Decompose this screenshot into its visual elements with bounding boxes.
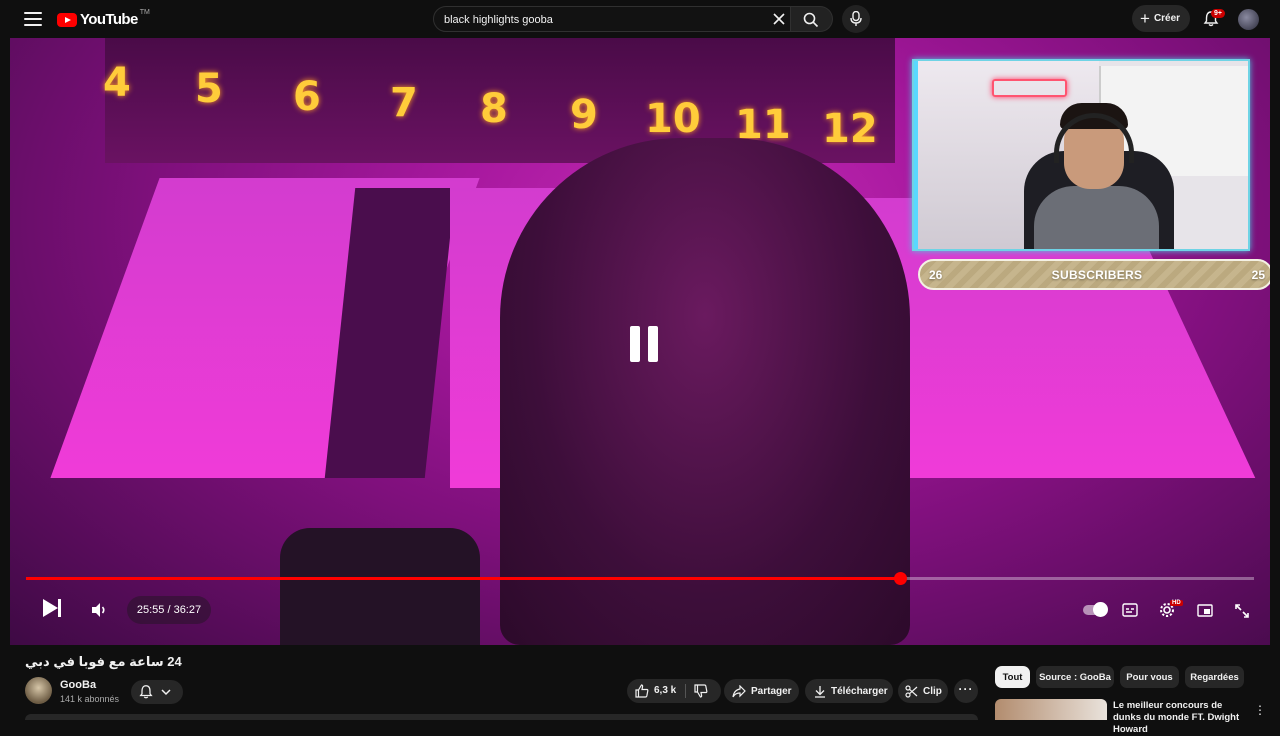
person-silhouette (500, 138, 910, 645)
pause-icon (619, 320, 669, 370)
search-icon (803, 12, 819, 28)
create-button[interactable]: + Créer (1132, 5, 1190, 32)
recommended-title[interactable]: Le meilleur concours de dunks du monde F… (1113, 700, 1248, 736)
lane-number: 6 (293, 74, 321, 120)
chip-all[interactable]: Tout (995, 666, 1030, 688)
thumbs-up-icon[interactable] (635, 684, 649, 698)
recommended-more-icon[interactable]: ⋮ (1254, 703, 1266, 717)
lane-number: 5 (195, 66, 223, 112)
chip-watched[interactable]: Regardées (1185, 666, 1244, 688)
description-box[interactable] (25, 714, 978, 720)
seat-silhouette (280, 528, 480, 645)
progress-bar[interactable] (26, 572, 1254, 585)
thumbs-down-icon[interactable] (694, 684, 708, 698)
download-button[interactable]: Télécharger (805, 679, 893, 703)
clip-label: Clip (923, 685, 942, 697)
avatar[interactable] (1238, 9, 1259, 30)
youtube-logo[interactable]: YouTube TM (57, 9, 150, 28)
mic-icon (850, 11, 862, 26)
autoplay-icon[interactable] (1083, 602, 1108, 617)
subscriber-label: SUBSCRIBERS (1051, 267, 1143, 282)
play-icon (43, 599, 58, 617)
channel-name[interactable]: GooBa (60, 679, 96, 691)
voice-search-button[interactable] (842, 5, 870, 33)
search-input[interactable] (444, 11, 764, 28)
masthead: YouTube TM + Créer 9+ (0, 0, 1280, 38)
neon-sign (992, 79, 1067, 97)
scissors-icon (905, 684, 918, 698)
lane-number: 8 (480, 86, 508, 132)
logo-tm: TM (139, 9, 150, 16)
download-icon (815, 685, 825, 698)
recommended-thumbnail[interactable] (995, 699, 1107, 720)
share-button[interactable]: Partager (724, 679, 799, 703)
progress-fill (26, 577, 901, 580)
lane-number: 9 (570, 92, 598, 138)
clip-button[interactable]: Clip (898, 679, 948, 703)
hd-badge: HD (1170, 600, 1183, 606)
video-title: 24 ساعة مع فوبا في دبي (25, 654, 182, 669)
search-button[interactable] (791, 6, 833, 32)
bell-outline-icon (139, 685, 153, 699)
time-display: 25:55 / 36:27 (127, 596, 211, 624)
logo-text: YouTube (80, 11, 138, 28)
subscribed-button[interactable] (131, 680, 183, 704)
create-label: Créer (1153, 13, 1181, 24)
menu-icon[interactable] (24, 12, 42, 26)
channel-avatar[interactable] (25, 677, 52, 704)
plus-icon: + (1140, 9, 1150, 28)
fullscreen-icon[interactable] (1235, 604, 1249, 618)
like-dislike-bar: 6,3 k (627, 679, 721, 703)
more-icon: ··· (958, 682, 974, 696)
search-box (433, 6, 791, 32)
subscriber-right-count: 25 (1251, 267, 1265, 282)
video-player[interactable]: 4 5 6 7 8 9 10 11 12 26 SUBSCRIBERS 25 2… (10, 38, 1270, 645)
more-actions-button[interactable]: ··· (954, 679, 978, 703)
chip-for-you[interactable]: Pour vous (1120, 666, 1179, 688)
lane-number: 7 (390, 80, 418, 126)
captions-icon[interactable] (1122, 603, 1138, 617)
lane-number: 10 (645, 96, 701, 142)
channel-subscribers: 141 k abonnés (60, 694, 120, 704)
webcam-overlay (912, 59, 1250, 251)
lane-number: 4 (103, 60, 131, 106)
clear-icon[interactable] (771, 11, 787, 27)
download-label: Télécharger (831, 685, 888, 697)
miniplayer-icon[interactable] (1197, 604, 1213, 617)
notification-badge: 9+ (1211, 9, 1225, 18)
lane-number: 12 (822, 106, 878, 152)
chevron-down-icon (161, 689, 171, 696)
share-label: Partager (751, 685, 792, 697)
video-frame: 4 5 6 7 8 9 10 11 12 26 SUBSCRIBERS 25 (10, 38, 1270, 645)
subscriber-left-count: 26 (929, 267, 943, 282)
volume-icon[interactable] (90, 601, 108, 619)
share-icon (732, 684, 746, 697)
subscriber-goal-bar: 26 SUBSCRIBERS 25 (918, 259, 1270, 290)
play-button[interactable] (39, 596, 63, 620)
chip-source[interactable]: Source : GooBa (1036, 666, 1114, 688)
like-count[interactable]: 6,3 k (654, 685, 676, 696)
youtube-logo-icon (57, 12, 77, 27)
